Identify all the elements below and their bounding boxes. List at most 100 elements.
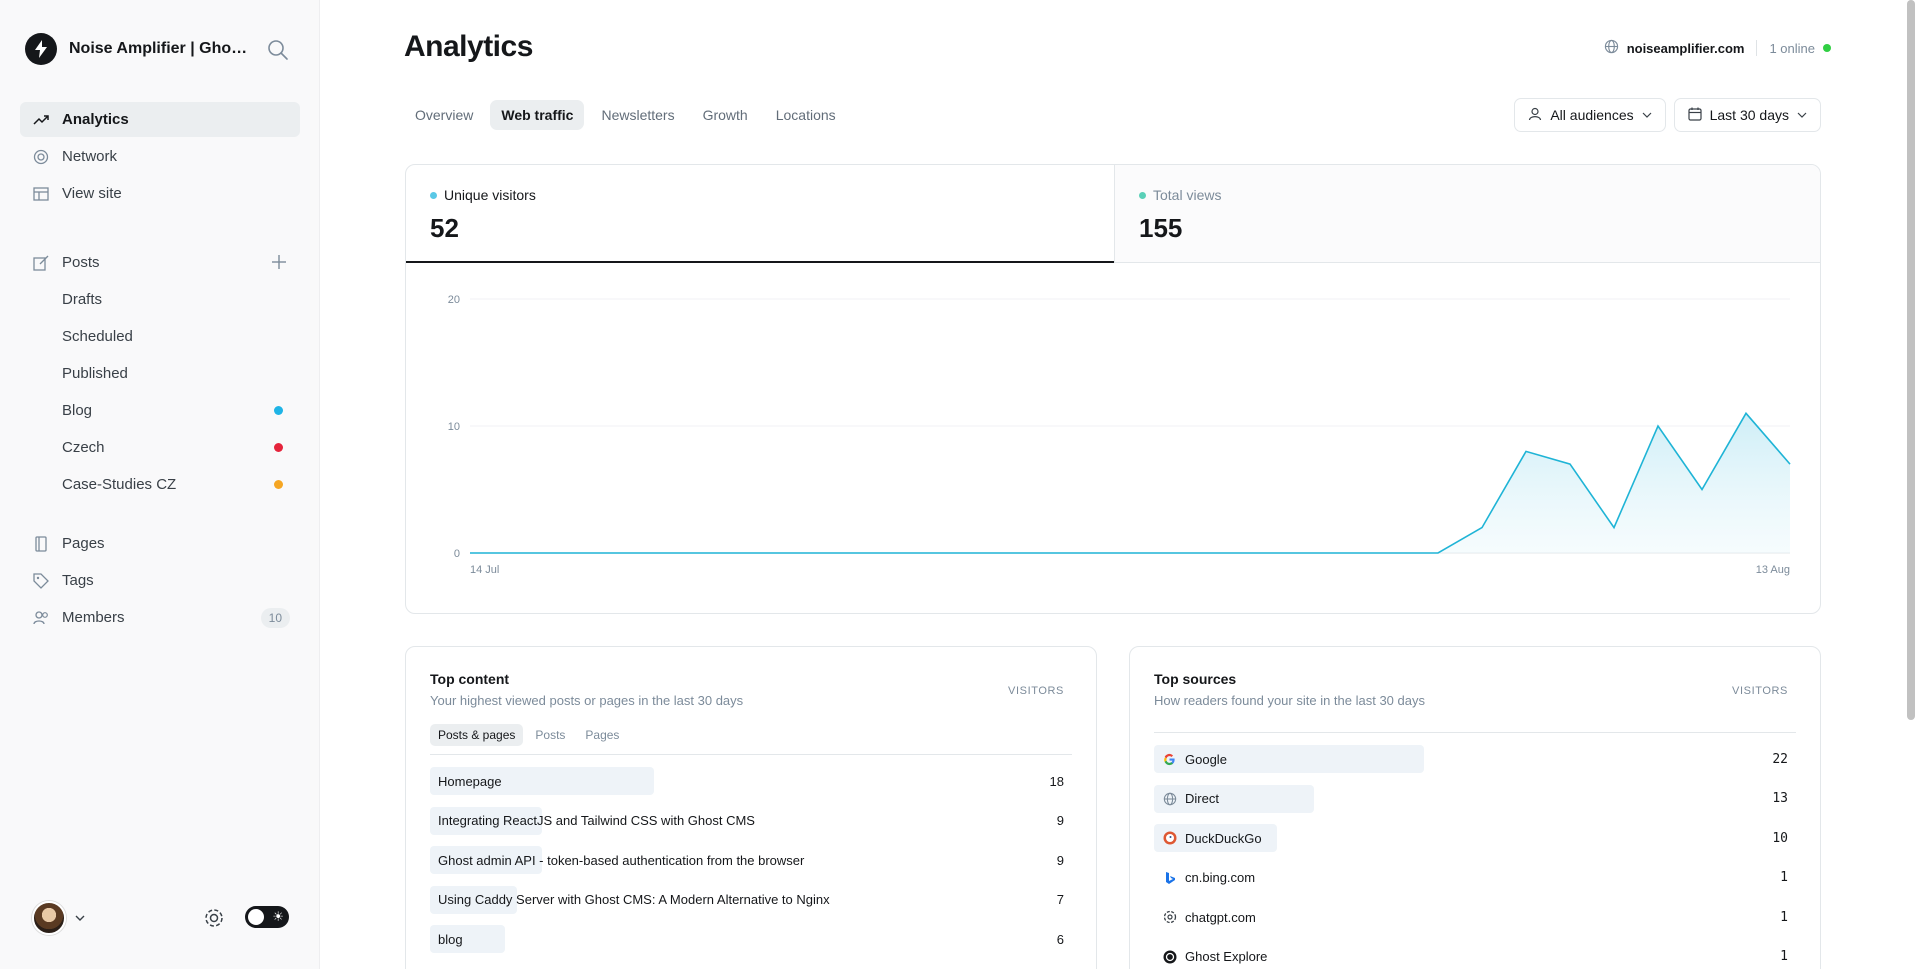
content-row[interactable]: Ghost admin API - token-based authentica… <box>430 844 1072 876</box>
ghost-icon <box>1162 949 1177 964</box>
source-row[interactable]: DuckDuckGo 10 <box>1154 822 1796 854</box>
visitor-count: 13 <box>1772 791 1788 806</box>
sidebar-item-members[interactable]: Members 10 <box>20 600 300 635</box>
sidebar-item-scheduled[interactable]: Scheduled <box>20 319 300 354</box>
content-list: Homepage 18 Integrating ReactJS and Tailwi… <box>430 765 1072 955</box>
top-sources-panel: Top sources How readers found your site … <box>1129 646 1821 969</box>
theme-toggle[interactable]: ☀ <box>245 906 289 928</box>
chatgpt-icon <box>1162 910 1177 925</box>
kpi-total-views[interactable]: Total views 155 <box>1114 165 1820 263</box>
tag-color-dot <box>274 480 283 489</box>
visitor-count: 18 <box>1049 773 1064 789</box>
tab-overview[interactable]: Overview <box>404 100 484 130</box>
chevron-down-icon[interactable] <box>74 911 86 929</box>
scrollbar[interactable] <box>1907 0 1915 720</box>
source-label: Ghost Explore <box>1154 949 1267 964</box>
source-row[interactable]: Ghost Explore 1 <box>1154 941 1796 969</box>
sidebar: Noise Amplifier | Ghost... Analytics Net… <box>0 0 320 969</box>
sidebar-item-published[interactable]: Published <box>20 356 300 391</box>
visitor-count: 9 <box>1056 813 1064 828</box>
audience-filter[interactable]: All audiences <box>1514 98 1666 132</box>
divider <box>1756 40 1758 56</box>
source-name: Direct <box>1185 791 1219 806</box>
gear-icon[interactable] <box>202 906 226 930</box>
user-icon <box>1528 107 1542 124</box>
tab-newsletters[interactable]: Newsletters <box>590 100 685 130</box>
sidebar-item-czech[interactable]: Czech <box>20 430 300 465</box>
content-title: blog <box>438 931 463 947</box>
content-subtabs: Posts & pages Posts Pages <box>430 724 1072 755</box>
brand[interactable]: Noise Amplifier | Ghost... <box>25 33 255 65</box>
visitor-count: 6 <box>1056 931 1064 947</box>
source-row[interactable]: Google 22 <box>1154 743 1796 775</box>
site-name: Noise Amplifier | Ghost... <box>69 40 255 57</box>
visitor-count: 1 <box>1780 909 1788 925</box>
top-content-panel: Top content Your highest viewed posts or… <box>405 646 1097 969</box>
subtab-posts-pages[interactable]: Posts & pages <box>430 724 524 746</box>
layout-icon <box>32 185 50 203</box>
sidebar-item-drafts[interactable]: Drafts <box>20 282 300 317</box>
sidebar-item-pages[interactable]: Pages <box>20 526 300 561</box>
content-title: Integrating ReactJS and Tailwind CSS wit… <box>438 813 755 828</box>
source-name: Google <box>1185 751 1227 767</box>
sidebar-item-label: Case-Studies CZ <box>62 476 177 493</box>
source-row[interactable]: Direct 13 <box>1154 783 1796 815</box>
source-name: chatgpt.com <box>1185 909 1256 925</box>
sidebar-item-tags[interactable]: Tags <box>20 563 300 598</box>
site-domain-link[interactable]: noiseamplifier.com <box>1627 41 1745 56</box>
duckduckgo-icon <box>1162 831 1177 846</box>
members-icon <box>32 609 50 627</box>
toggle-knob <box>248 909 264 925</box>
sidebar-item-posts[interactable]: Posts <box>20 245 300 280</box>
sidebar-item-label: View site <box>62 185 122 202</box>
members-count-badge: 10 <box>260 607 290 628</box>
date-range-filter[interactable]: Last 30 days <box>1673 98 1821 132</box>
tab-web-traffic[interactable]: Web traffic <box>490 100 585 130</box>
tab-locations[interactable]: Locations <box>765 100 847 130</box>
date-range-label: Last 30 days <box>1709 107 1789 123</box>
x-tick-label: 14 Jul <box>470 564 499 576</box>
sidebar-item-label: Members <box>62 609 125 626</box>
audience-filter-label: All audiences <box>1550 107 1634 123</box>
main-content: Analytics noiseamplifier.com 1 online Ov… <box>320 0 1917 969</box>
tab-growth[interactable]: Growth <box>692 100 759 130</box>
online-status-dot <box>1823 44 1831 52</box>
secondary-nav: Pages Tags Members 10 <box>20 526 300 637</box>
sidebar-item-case-studies-cz[interactable]: Case-Studies CZ <box>20 467 300 502</box>
area-chart: 20 10 0 14 Jul 13 Aug <box>448 294 1791 576</box>
avatar[interactable] <box>32 901 66 935</box>
sidebar-item-label: Tags <box>62 572 94 589</box>
visitor-count: 10 <box>1772 830 1788 846</box>
source-row[interactable]: cn.bing.com 1 <box>1154 862 1796 894</box>
source-name: Ghost Explore <box>1185 949 1268 964</box>
add-post-icon[interactable] <box>270 253 288 271</box>
source-row[interactable]: chatgpt.com 1 <box>1154 901 1796 933</box>
search-icon[interactable] <box>267 39 289 61</box>
network-icon <box>32 148 50 166</box>
subtab-pages[interactable]: Pages <box>577 724 627 746</box>
analytics-tabs: Overview Web traffic Newsletters Growth … <box>404 100 847 130</box>
visitor-count: 22 <box>1772 751 1788 767</box>
chevron-down-icon <box>1642 107 1652 123</box>
kpi-unique-visitors[interactable]: Unique visitors 52 <box>406 165 1114 263</box>
panel-title: Top sources <box>1154 671 1237 687</box>
visitors-area <box>470 413 1790 553</box>
content-row[interactable]: Integrating ReactJS and Tailwind CSS wit… <box>430 805 1072 837</box>
online-count: 1 online <box>1769 40 1815 56</box>
content-row[interactable]: Using Caddy Server with Ghost CMS: A Mod… <box>430 884 1072 916</box>
sidebar-item-network[interactable]: Network <box>20 139 300 174</box>
content-row[interactable]: Homepage 18 <box>430 765 1072 797</box>
visitor-count: 1 <box>1780 949 1788 964</box>
bolt-logo-icon <box>25 33 57 65</box>
source-name: cn.bing.com <box>1185 870 1256 885</box>
sidebar-item-label: Czech <box>62 439 105 456</box>
sidebar-item-blog[interactable]: Blog <box>20 393 300 428</box>
content-title: Ghost admin API - token-based authentica… <box>438 852 805 868</box>
chevron-down-icon <box>1797 107 1807 123</box>
subtab-posts[interactable]: Posts <box>527 724 573 746</box>
sidebar-item-view-site[interactable]: View site <box>20 176 300 211</box>
content-row[interactable]: blog 6 <box>430 923 1072 955</box>
series-dot <box>430 191 437 199</box>
kpi-label: Total views <box>1153 187 1222 203</box>
sidebar-item-analytics[interactable]: Analytics <box>20 102 300 137</box>
